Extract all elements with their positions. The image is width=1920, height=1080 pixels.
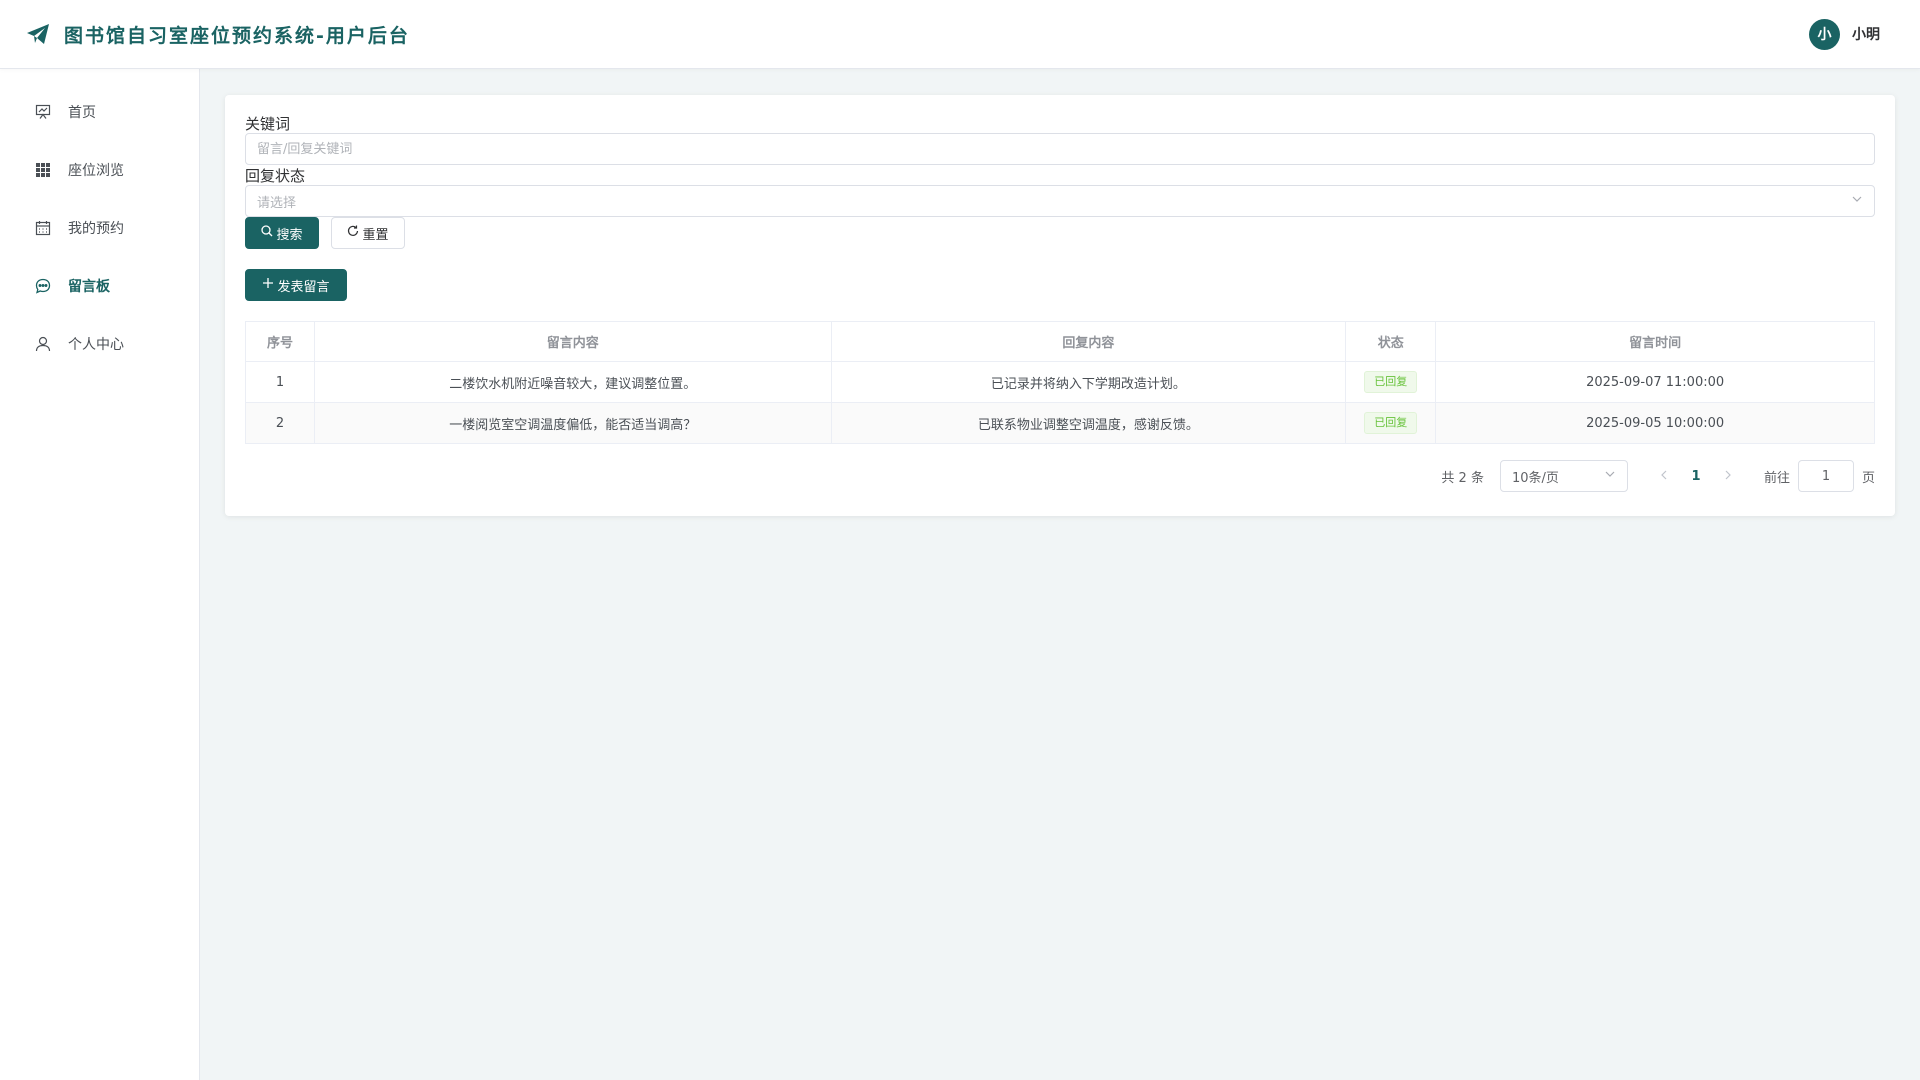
top-header: 图书馆自习室座位预约系统-用户后台 小 小明 (0, 0, 1920, 69)
chevron-left-icon (1659, 469, 1669, 484)
chevron-down-icon (1604, 468, 1616, 484)
reset-button[interactable]: 重置 (331, 217, 405, 249)
sidebar-item-label: 留言板 (68, 279, 110, 295)
sidebar-item-reservations[interactable]: 我的预约 (0, 199, 199, 257)
plus-icon (262, 277, 274, 293)
status-select-placeholder: 请选择 (257, 195, 297, 211)
status-badge: 已回复 (1364, 371, 1418, 393)
cell-time: 2025-09-05 10:00:00 (1435, 402, 1875, 444)
sidebar: 首页 座位浏览 我的预约 留言板 个人中心 (0, 69, 200, 1080)
prev-page-button[interactable] (1648, 460, 1680, 492)
page-jump-input[interactable] (1797, 460, 1854, 492)
message-table: 序号 留言内容 回复内容 状态 留言时间 1 二楼饮水机附近噪音较大，建议调整位… (245, 321, 1875, 444)
user-icon (34, 335, 52, 353)
chevron-down-icon (1851, 193, 1863, 209)
cell-time: 2025-09-07 11:00:00 (1435, 361, 1875, 403)
table-row[interactable]: 2 一楼阅览室空调温度偏低，能否适当调高？ 已联系物业调整空调温度，感谢反馈。 … (245, 402, 1875, 444)
cell-index: 1 (245, 361, 315, 403)
search-button[interactable]: 搜索 (245, 217, 319, 249)
filter-actions: 搜索 重置 (245, 217, 1875, 249)
grid-icon (34, 161, 52, 179)
user-menu[interactable]: 小 小明 (1809, 18, 1880, 50)
pagination: 共 2 条 10条/页 1 前往 页 (245, 460, 1875, 492)
sidebar-item-label: 个人中心 (68, 337, 124, 353)
page-unit-label: 页 (1861, 470, 1875, 486)
chevron-right-icon (1723, 469, 1733, 484)
message-board-card: 关键词 回复状态 请选择 搜索 重置 发表留言 (225, 95, 1895, 516)
search-icon (261, 225, 273, 241)
add-message-button[interactable]: 发表留言 (245, 269, 347, 301)
sidebar-item-label: 首页 (68, 105, 96, 121)
status-badge: 已回复 (1364, 412, 1418, 434)
reset-button-label: 重置 (362, 227, 389, 243)
status-select[interactable]: 请选择 (245, 185, 1875, 217)
cell-index: 2 (245, 402, 315, 444)
app-title: 图书馆自习室座位预约系统-用户后台 (64, 24, 410, 47)
page-size-value: 10条/页 (1511, 470, 1559, 486)
page-size-select[interactable]: 10条/页 (1499, 460, 1628, 492)
avatar[interactable]: 小 (1809, 18, 1840, 50)
chat-bubble-icon (34, 277, 52, 295)
sidebar-item-seats[interactable]: 座位浏览 (0, 141, 199, 199)
cell-reply: 已记录并将纳入下学期改造计划。 (831, 361, 1347, 403)
keyword-input[interactable] (245, 133, 1875, 165)
sidebar-item-label: 座位浏览 (68, 163, 124, 179)
next-page-button[interactable] (1712, 460, 1744, 492)
cell-status: 已回复 (1345, 361, 1437, 403)
cell-content: 二楼饮水机附近噪音较大，建议调整位置。 (314, 361, 832, 403)
cell-reply: 已联系物业调整空调温度，感谢反馈。 (831, 402, 1347, 444)
calendar-icon (34, 219, 52, 237)
sidebar-item-message-board[interactable]: 留言板 (0, 257, 199, 315)
keyword-label: 关键词 (245, 115, 291, 133)
goto-label: 前往 (1763, 470, 1790, 486)
table-header-row: 序号 留言内容 回复内容 状态 留言时间 (245, 321, 1875, 362)
column-header-time: 留言时间 (1435, 321, 1875, 362)
cell-status: 已回复 (1345, 402, 1437, 444)
column-header-index: 序号 (245, 321, 315, 362)
status-label: 回复状态 (245, 167, 306, 185)
add-message-button-label: 发表留言 (277, 279, 330, 295)
column-header-status: 状态 (1345, 321, 1437, 362)
sidebar-item-profile[interactable]: 个人中心 (0, 315, 199, 373)
presentation-board-icon (34, 103, 52, 121)
refresh-icon (347, 225, 359, 241)
column-header-reply: 回复内容 (831, 321, 1347, 362)
sidebar-item-label: 我的预约 (68, 221, 124, 237)
column-header-content: 留言内容 (314, 321, 832, 362)
page-number[interactable]: 1 (1680, 460, 1712, 492)
pagination-total: 共 2 条 (1441, 470, 1484, 486)
user-name[interactable]: 小明 (1852, 24, 1880, 44)
brand: 图书馆自习室座位预约系统-用户后台 (26, 21, 410, 48)
sidebar-item-home[interactable]: 首页 (0, 83, 199, 141)
cell-content: 一楼阅览室空调温度偏低，能否适当调高？ (314, 402, 832, 444)
paper-plane-icon (26, 22, 50, 46)
search-button-label: 搜索 (276, 227, 303, 243)
table-row[interactable]: 1 二楼饮水机附近噪音较大，建议调整位置。 已记录并将纳入下学期改造计划。 已回… (245, 361, 1875, 403)
